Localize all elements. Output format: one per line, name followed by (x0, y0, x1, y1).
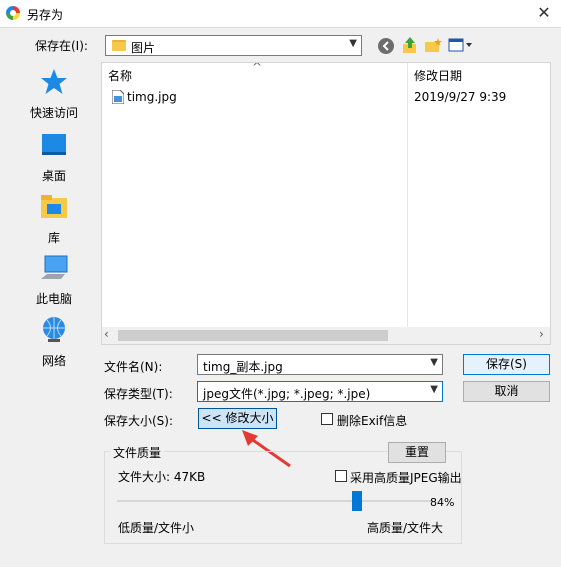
scroll-right-icon[interactable]: › (539, 327, 544, 341)
place-label: 桌面 (41, 169, 66, 183)
remove-exif-checkbox[interactable] (321, 413, 333, 425)
file-size-text: 文件大小: 47KB (118, 470, 206, 484)
scrollbar-thumb[interactable] (118, 330, 388, 341)
file-date: 2019/9/27 9:39 (414, 90, 507, 104)
column-separator (407, 63, 408, 344)
sort-indicator: ^ (252, 62, 263, 74)
new-folder-icon[interactable] (424, 37, 442, 53)
network-icon (43, 317, 65, 342)
filename-input[interactable]: timg_副本.jpg ▼ (197, 354, 443, 375)
app-icon (6, 6, 20, 20)
save-size-label: 保存大小(S): (104, 414, 174, 428)
column-header-name[interactable]: 名称 (108, 67, 132, 84)
hq-jpeg-label: 采用高质量JPEG输出 (350, 471, 462, 485)
place-label: 网络 (41, 354, 66, 368)
place-network[interactable]: 网络 (22, 315, 86, 369)
quality-slider-track[interactable] (117, 500, 433, 502)
chevron-down-icon: ▼ (349, 38, 357, 49)
horizontal-scrollbar[interactable]: ‹ › (102, 327, 550, 344)
quality-percent: 84% (430, 496, 455, 509)
hq-jpeg-checkbox[interactable] (335, 470, 347, 482)
chevron-down-icon: ▼ (430, 357, 438, 368)
high-quality-label: 高质量/文件大 (367, 521, 444, 535)
close-button[interactable]: ✕ (533, 2, 555, 24)
filename-label: 文件名(N): (104, 360, 163, 374)
place-label: 库 (47, 231, 60, 245)
place-label: 此电脑 (35, 292, 72, 306)
save-in-value: 图片 (131, 41, 156, 55)
remove-exif-label: 删除Exif信息 (337, 414, 408, 428)
title-bar (0, 0, 561, 27)
computer-icon (41, 255, 68, 279)
save-in-label: 保存在(I): (35, 39, 88, 53)
chevron-down-icon: ▼ (430, 384, 438, 395)
filename-value: timg_副本.jpg (203, 360, 283, 374)
filetype-value: jpeg文件(*.jpg; *.jpeg; *.jpe) (203, 387, 371, 401)
up-folder-icon[interactable] (402, 36, 418, 54)
image-file-icon (112, 90, 124, 104)
save-in-dropdown[interactable]: 图片 ▼ (105, 35, 362, 56)
title-separator (0, 27, 561, 28)
cancel-button[interactable]: 取消 (463, 381, 550, 402)
place-this-pc[interactable]: 此电脑 (22, 253, 86, 307)
scroll-left-icon[interactable]: ‹ (104, 327, 109, 341)
folder-icon (112, 40, 126, 51)
low-quality-label: 低质量/文件小 (118, 521, 195, 535)
reset-button[interactable]: 重置 (388, 442, 446, 463)
file-list[interactable]: ^ 名称 修改日期 timg.jpg 2019/9/27 9:39 (101, 62, 551, 345)
place-desktop[interactable]: 桌面 (22, 130, 86, 184)
filetype-label: 保存类型(T): (104, 387, 173, 401)
quality-group-title: 文件质量 (110, 444, 165, 461)
place-library[interactable]: 库 (22, 192, 86, 246)
place-quick-access[interactable]: 快速访问 (22, 67, 86, 121)
window-title: 另存为 (27, 8, 64, 22)
column-header-date[interactable]: 修改日期 (414, 67, 462, 84)
list-item[interactable]: timg.jpg (102, 86, 402, 108)
filetype-dropdown[interactable]: jpeg文件(*.jpg; *.jpeg; *.jpe) ▼ (197, 381, 443, 402)
view-menu-icon[interactable] (448, 37, 474, 53)
star-icon (41, 69, 67, 94)
library-icon (41, 195, 67, 218)
place-label: 快速访问 (29, 106, 78, 120)
desktop-icon (42, 134, 66, 155)
back-icon[interactable] (378, 38, 394, 54)
file-name: timg.jpg (127, 90, 177, 104)
save-button[interactable]: 保存(S) (463, 354, 550, 375)
quality-slider-thumb[interactable] (352, 491, 362, 511)
